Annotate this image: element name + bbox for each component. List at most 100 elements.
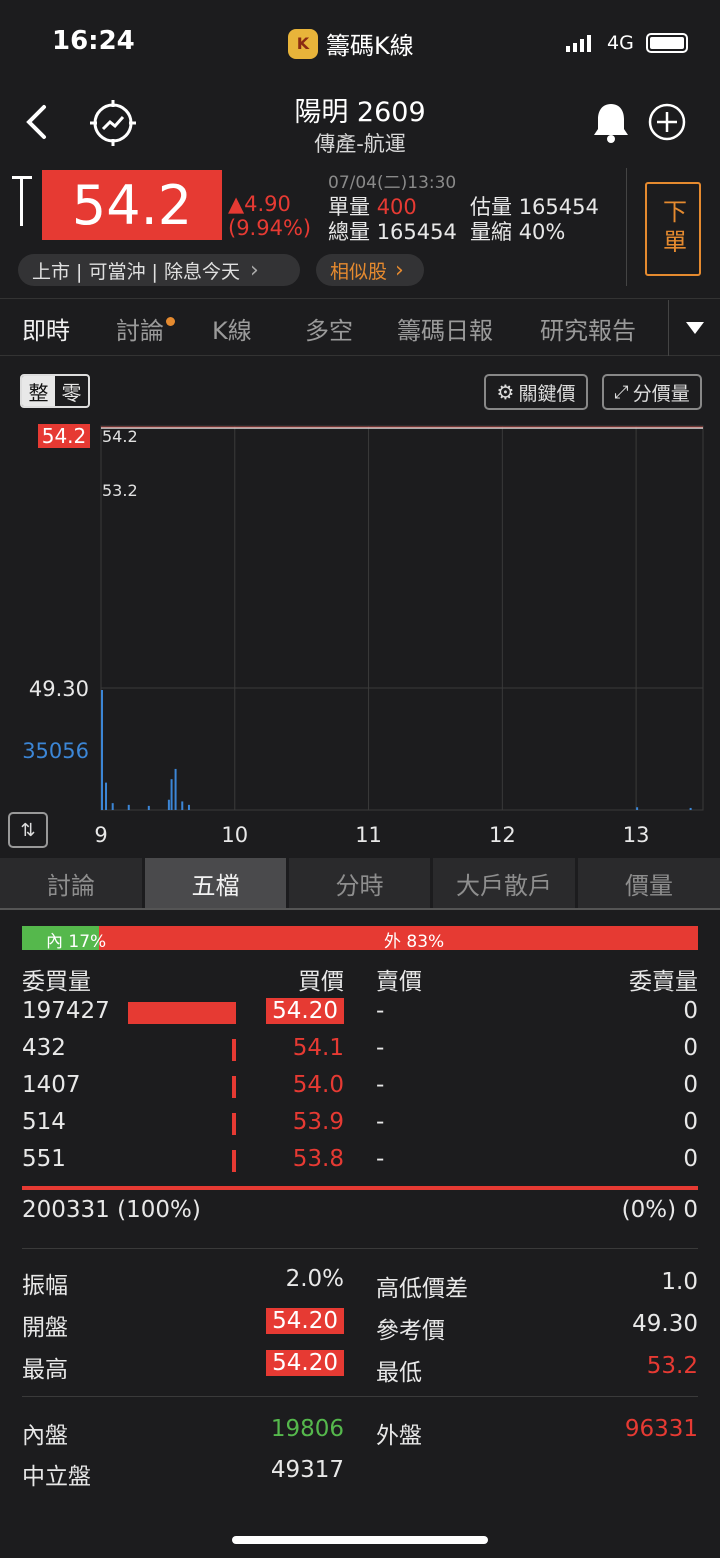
- order-book-row[interactable]: 197427 54.20 - 0: [22, 998, 698, 1035]
- hl-diff-label: 高低價差: [376, 1276, 468, 1302]
- tab-research[interactable]: 研究報告: [540, 300, 636, 356]
- subtab-time-sales[interactable]: 分時: [289, 858, 430, 908]
- stock-tags-label: 上市 | 可當沖 | 除息今天: [32, 260, 240, 283]
- tab-realtime[interactable]: 即時: [22, 300, 70, 356]
- stats-row-4: 內盤 19806 外盤 96331: [22, 1416, 698, 1453]
- bid-price[interactable]: 53.8: [293, 1146, 344, 1172]
- bid-volume: 197427: [22, 998, 110, 1024]
- app-name: 籌碼K線: [326, 32, 414, 60]
- volume-bar: [187, 804, 190, 810]
- high-value: 54.20: [266, 1350, 344, 1376]
- similar-stocks-label: 相似股: [330, 260, 388, 283]
- x-tick-label: 9: [94, 823, 107, 847]
- ask-total: (0%) 0: [621, 1197, 698, 1223]
- order-button[interactable]: 下單: [645, 182, 701, 276]
- low-price-label: 53.2: [102, 481, 138, 500]
- tab-longshort[interactable]: 多空: [305, 300, 353, 356]
- ask-volume: 0: [683, 1035, 698, 1061]
- order-book-row[interactable]: 1407 54.0 - 0: [22, 1072, 698, 1109]
- ref-value: 49.30: [632, 1311, 698, 1337]
- bid-volume-bar: [232, 1113, 236, 1135]
- order-book-row[interactable]: 432 54.1 - 0: [22, 1035, 698, 1072]
- limit-up-marker-icon: [12, 176, 32, 226]
- tab-discussion[interactable]: 討論: [116, 300, 175, 356]
- app-indicator[interactable]: K 籌碼K線: [288, 26, 414, 61]
- volume-bar: [147, 805, 150, 810]
- stock-tags-chip[interactable]: 上市 | 可當沖 | 除息今天 ›: [18, 254, 300, 286]
- volume-max-label: 35056: [22, 739, 89, 763]
- high-label: 最高: [22, 1357, 68, 1383]
- section-divider: [22, 1396, 698, 1397]
- lot-toggle[interactable]: 整 零: [20, 374, 90, 408]
- subtab-big-small-holders[interactable]: 大戶散戶: [433, 858, 575, 908]
- inner-value: 19806: [270, 1416, 344, 1442]
- ask-price[interactable]: -: [376, 1035, 384, 1061]
- ask-price[interactable]: -: [376, 998, 384, 1024]
- app-logo-icon: K: [288, 28, 318, 59]
- order-book-totals: 200331 (100%) (0%) 0: [22, 1197, 698, 1234]
- amplitude-value: 2.0%: [285, 1266, 344, 1292]
- subtab-discussion[interactable]: 討論: [0, 858, 142, 908]
- tab-divider: [668, 300, 669, 356]
- key-price-button[interactable]: ⚙ 關鍵價: [484, 374, 588, 410]
- price-change: ▲4.90: [228, 192, 291, 216]
- x-tick-label: 13: [623, 823, 650, 847]
- inner-label: 內盤: [22, 1423, 68, 1449]
- x-tick-label: 10: [221, 823, 248, 847]
- outer-label: 外盤: [376, 1423, 422, 1449]
- stats-row-2: 開盤 54.20 參考價 49.30: [22, 1308, 698, 1345]
- swap-arrows-icon: ⇅: [20, 819, 36, 841]
- subtab-price-volume[interactable]: 價量: [578, 858, 720, 908]
- current-price: 54.2: [42, 170, 222, 240]
- tab-chip-daily[interactable]: 籌碼日報: [397, 300, 493, 356]
- ask-volume: 0: [683, 1109, 698, 1135]
- signal-icon: [566, 34, 591, 52]
- volume-bar: [636, 807, 639, 810]
- home-indicator: [232, 1536, 488, 1544]
- header-ask: 賣價: [376, 969, 422, 995]
- tab-more-button[interactable]: [670, 300, 720, 356]
- stats-row-3: 最高 54.20 最低 53.2: [22, 1350, 698, 1387]
- subtab-order-book[interactable]: 五檔: [145, 858, 286, 908]
- order-book-row[interactable]: 551 53.8 - 0: [22, 1146, 698, 1183]
- bid-volume: 432: [22, 1035, 66, 1061]
- tab-kline[interactable]: K線: [212, 300, 252, 356]
- bid-volume-bar: [232, 1150, 236, 1172]
- expand-icon: ⤢: [614, 381, 629, 403]
- subtab-border: [0, 908, 720, 910]
- ask-volume: 0: [683, 998, 698, 1024]
- notification-dot-icon: [166, 316, 175, 326]
- inner-outer-bar: 內 17% 外 83%: [22, 926, 698, 952]
- add-watchlist-button[interactable]: [645, 100, 689, 144]
- low-value: 53.2: [646, 1353, 698, 1379]
- ask-volume: 0: [683, 1072, 698, 1098]
- swap-axis-button[interactable]: ⇅: [8, 812, 48, 848]
- intraday-chart[interactable]: 54.2 54.2 53.2 49.30 35056 9 10 11 12 13: [0, 418, 720, 854]
- toggle-odd-lot[interactable]: 零: [55, 376, 88, 406]
- bid-price[interactable]: 53.9: [293, 1109, 344, 1135]
- bid-price[interactable]: 54.1: [293, 1035, 344, 1061]
- toggle-whole-lot[interactable]: 整: [22, 376, 55, 406]
- volume-bar: [689, 807, 692, 810]
- ask-price[interactable]: -: [376, 1109, 384, 1135]
- status-time: 16:24: [52, 26, 135, 56]
- volume-bar: [181, 801, 184, 810]
- bell-icon: [594, 104, 628, 143]
- order-book-row[interactable]: 514 53.9 - 0: [22, 1109, 698, 1146]
- alert-button[interactable]: [588, 98, 634, 146]
- x-tick-label: 11: [355, 823, 382, 847]
- similar-stocks-chip[interactable]: 相似股 ›: [316, 254, 424, 286]
- bid-price[interactable]: 54.20: [266, 998, 344, 1024]
- current-price-axis-label: 54.2: [42, 424, 87, 448]
- ask-price[interactable]: -: [376, 1146, 384, 1172]
- price-volume-button[interactable]: ⤢ 分價量: [602, 374, 702, 410]
- total-volume: 總量 165454: [328, 220, 457, 244]
- bid-price[interactable]: 54.0: [293, 1072, 344, 1098]
- neutral-value: 49317: [270, 1457, 344, 1483]
- ask-price[interactable]: -: [376, 1072, 384, 1098]
- inner-pct-label: 內 17%: [46, 932, 107, 952]
- outer-value: 96331: [624, 1416, 698, 1442]
- hl-diff-value: 1.0: [661, 1269, 698, 1295]
- reference-price-label: 49.30: [29, 677, 89, 701]
- status-bar: 16:24 K 籌碼K線 4G: [0, 0, 720, 86]
